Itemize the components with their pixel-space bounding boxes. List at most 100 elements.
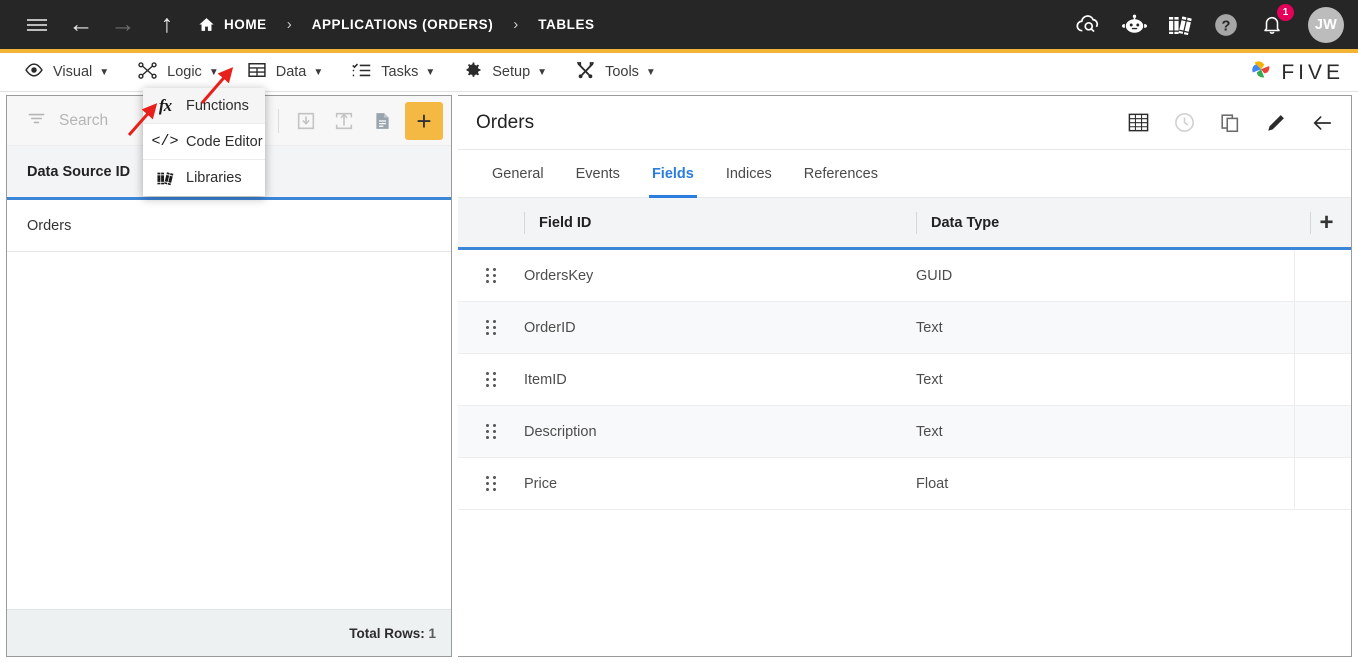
table-row[interactable]: OrderID Text [458,301,1351,354]
cell-actions[interactable] [1294,405,1350,458]
avatar[interactable]: JW [1308,6,1344,43]
forward-arrow-icon[interactable]: → [108,10,138,40]
cloud-search-icon[interactable] [1074,11,1102,39]
tab-indices[interactable]: Indices [710,150,788,197]
column-header-data-type[interactable]: Data Type [916,198,1294,247]
home-icon [198,16,215,33]
notification-bell-icon[interactable]: 1 [1258,3,1294,39]
column-header-label-data-type: Data Type [931,214,1000,231]
svg-text:?: ? [1222,18,1231,34]
tab-general[interactable]: General [476,150,560,197]
menu-label-visual: Visual [53,64,93,80]
table-row[interactable]: Description Text [458,405,1351,458]
menu-setup[interactable]: Setup ▼ [449,53,561,92]
menu-tasks[interactable]: Tasks ▼ [337,53,449,92]
breadcrumb-label-tables: TABLES [538,17,595,32]
drag-handle-icon[interactable] [458,475,524,492]
robot-assistant-icon[interactable] [1120,11,1148,39]
tab-label-general: General [492,165,544,182]
menu-tools[interactable]: Tools ▼ [561,53,670,92]
table-detail-actions [1125,110,1335,136]
list-item[interactable]: Orders [7,200,451,252]
add-column-button[interactable]: + [1294,198,1350,247]
breadcrumb-separator: › [513,16,519,33]
cell-actions[interactable] [1294,301,1350,354]
tab-fields[interactable]: Fields [636,150,710,198]
drag-handle-icon[interactable] [458,423,524,440]
drag-handle-icon[interactable] [458,267,524,284]
data-source-list: Orders [7,200,451,600]
menu-label-tasks: Tasks [381,64,419,80]
table-detail-panel: Orders General Events Fields Indices Ref… [458,95,1352,657]
clock-history-icon[interactable] [1171,110,1197,136]
cell-field-id: OrdersKey [524,267,594,284]
export-icon[interactable] [325,102,363,140]
menu-visual[interactable]: Visual ▼ [10,53,123,92]
tab-references[interactable]: References [788,150,894,197]
books-icon [152,169,178,188]
breadcrumb: HOME › APPLICATIONS (ORDERS) › TABLES [198,16,595,33]
up-arrow-icon[interactable]: ↑ [152,10,182,40]
wrench-screwdriver-icon [575,60,596,85]
hamburger-menu-icon[interactable] [22,10,52,40]
detail-tabs: General Events Fields Indices References [458,150,1351,198]
cell-field-id: ItemID [524,371,567,388]
page-title: Orders [476,111,535,133]
five-pinwheel-icon [1248,57,1274,88]
help-icon[interactable]: ? [1212,11,1240,39]
chevron-down-icon: ▼ [313,66,324,78]
column-header-field-id[interactable]: Field ID [524,198,916,247]
menu-label-setup: Setup [492,64,531,80]
menu-label-tools: Tools [605,64,639,80]
import-icon[interactable] [287,102,325,140]
table-row[interactable]: ItemID Text [458,353,1351,406]
filter-icon[interactable] [27,109,46,133]
drag-handle-icon[interactable] [458,371,524,388]
breadcrumb-item-applications[interactable]: APPLICATIONS (ORDERS) [312,17,494,32]
data-source-footer: Total Rows: 1 [7,609,451,656]
back-arrow-icon[interactable]: ← [66,10,96,40]
cell-actions[interactable] [1294,457,1350,510]
column-divider [916,211,917,234]
code-glyph: </> [151,133,179,150]
back-arrow-icon[interactable] [1309,110,1335,136]
search-placeholder: Search [59,111,109,129]
code-brackets-icon: </> [151,133,179,150]
cell-data-type: Text [916,319,943,336]
drag-handle-icon[interactable] [458,319,524,336]
tab-label-events: Events [575,165,620,182]
menu-item-code-editor[interactable]: </> Code Editor [143,124,265,160]
copy-icon[interactable] [1217,110,1243,136]
cell-actions[interactable] [1294,249,1350,302]
total-rows-value: 1 [428,625,436,641]
cell-field-id: OrderID [524,319,576,336]
cell-actions[interactable] [1294,353,1350,406]
menu-logic[interactable]: Logic ▼ [123,53,233,92]
menu-label-code-editor: Code Editor [186,133,263,150]
breadcrumb-item-tables[interactable]: TABLES [538,17,594,32]
tab-events[interactable]: Events [560,150,636,197]
edit-pencil-icon[interactable] [1263,110,1289,136]
plus-icon: + [416,105,432,136]
books-library-icon[interactable] [1166,11,1194,39]
menu-label-data: Data [275,64,307,80]
menu-item-libraries[interactable]: Libraries [143,160,265,196]
add-data-source-button[interactable]: + [405,101,443,140]
table-detail-header: Orders [458,96,1351,150]
menu-data[interactable]: Data ▼ [233,53,338,92]
table-row[interactable]: OrdersKey GUID [458,249,1351,302]
cell-data-type: Text [916,371,943,388]
cell-field-id: Description [524,423,597,440]
logic-nodes-icon [137,60,158,85]
menu-label-logic: Logic [167,64,202,80]
menu-item-functions[interactable]: fx Functions [143,88,265,124]
menu-label-functions: Functions [186,97,249,114]
breadcrumb-item-home[interactable]: HOME [198,16,267,33]
table-row[interactable]: Price Float [458,457,1351,510]
document-icon[interactable] [363,102,401,140]
fx-icon: fx [152,96,178,116]
cell-data-type: GUID [916,267,953,284]
breadcrumb-label-home: HOME [224,17,267,32]
chevron-down-icon: ▼ [425,66,436,78]
table-grid-icon[interactable] [1125,110,1151,136]
